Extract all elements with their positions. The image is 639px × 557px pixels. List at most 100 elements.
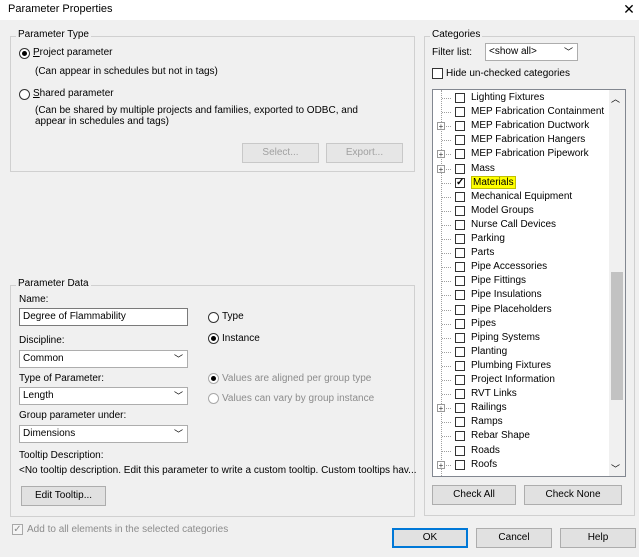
category-checkbox[interactable] xyxy=(455,149,465,160)
scroll-up-icon[interactable]: ︿ xyxy=(611,92,620,105)
category-checkbox[interactable] xyxy=(455,389,465,400)
category-item[interactable]: Project Information xyxy=(433,373,611,387)
type-of-parameter-select[interactable]: Length ﹀ xyxy=(19,387,188,405)
categories-label: Categories xyxy=(430,29,483,40)
category-item[interactable]: Model Groups xyxy=(433,204,611,218)
add-to-all-checkbox[interactable]: ✓ xyxy=(12,524,23,535)
category-checkbox[interactable] xyxy=(455,234,465,244)
category-item[interactable]: Parking xyxy=(433,232,611,246)
category-checkbox[interactable] xyxy=(455,304,465,315)
category-item[interactable]: + Roofs xyxy=(433,458,611,472)
name-input[interactable]: Degree of Flammability xyxy=(19,308,188,326)
category-checkbox[interactable] xyxy=(455,191,465,202)
category-checkbox[interactable] xyxy=(455,360,465,371)
check-none-button[interactable]: Check None xyxy=(524,485,622,505)
category-item[interactable]: Roads xyxy=(433,444,611,458)
category-checkbox[interactable] xyxy=(455,346,465,357)
expand-icon[interactable]: + xyxy=(437,164,445,173)
category-item[interactable]: Pipes xyxy=(433,317,611,331)
category-checkbox[interactable] xyxy=(455,290,465,301)
expand-icon[interactable]: + xyxy=(437,460,445,469)
category-checkbox[interactable] xyxy=(455,318,465,329)
category-item[interactable]: MEP Fabrication Hangers xyxy=(433,133,611,147)
expand-icon[interactable]: + xyxy=(437,404,445,413)
category-checkbox[interactable] xyxy=(455,163,465,174)
discipline-select[interactable]: Common ﹀ xyxy=(19,350,188,368)
category-item[interactable]: RVT Links xyxy=(433,387,611,401)
scrollbar-thumb[interactable] xyxy=(611,272,623,400)
category-checkbox[interactable] xyxy=(455,219,465,230)
filter-list-label: Filter list: xyxy=(432,47,472,58)
category-checkbox[interactable] xyxy=(455,445,465,456)
category-label: Pipes xyxy=(471,317,497,329)
category-item[interactable]: Planting xyxy=(433,345,611,359)
shared-parameter-radio[interactable] xyxy=(19,89,30,100)
group-under-select[interactable]: Dimensions ﹀ xyxy=(19,425,188,443)
hide-unchecked-checkbox[interactable] xyxy=(432,68,443,79)
close-icon[interactable]: ✕ xyxy=(620,0,638,18)
expand-icon[interactable]: + xyxy=(437,122,445,131)
tree-connector xyxy=(442,253,451,255)
category-checkbox[interactable] xyxy=(455,431,465,442)
category-item[interactable]: Mechanical Equipment xyxy=(433,190,611,204)
category-item[interactable]: Pipe Placeholders xyxy=(433,303,611,317)
category-item[interactable]: MEP Fabrication Containment xyxy=(433,105,611,119)
category-checkbox[interactable] xyxy=(455,459,465,470)
category-checkbox[interactable] xyxy=(455,93,465,103)
export-button[interactable]: Export... xyxy=(326,143,403,163)
category-checkbox[interactable] xyxy=(455,375,465,385)
category-checkbox[interactable] xyxy=(455,262,465,273)
category-item[interactable]: + Mass xyxy=(433,162,611,176)
category-checkbox[interactable] xyxy=(455,205,465,216)
ok-button[interactable]: OK xyxy=(392,528,468,548)
category-item[interactable]: Pipe Accessories xyxy=(433,260,611,274)
help-button[interactable]: Help xyxy=(560,528,636,548)
category-item[interactable]: + MEP Fabrication Ductwork xyxy=(433,119,611,133)
vary-radio[interactable] xyxy=(208,393,219,404)
category-checkbox[interactable] xyxy=(455,248,465,259)
category-label: Parts xyxy=(471,247,495,259)
category-checkbox[interactable] xyxy=(455,135,465,146)
aligned-radio[interactable] xyxy=(208,373,219,384)
select-button[interactable]: Select... xyxy=(242,143,319,163)
category-item[interactable]: Materials xyxy=(433,175,611,190)
category-label-wrap: Plumbing Fixtures xyxy=(471,359,551,373)
scroll-down-icon[interactable]: ﹀ xyxy=(611,462,620,475)
category-item[interactable]: Parts xyxy=(433,246,611,260)
hide-unchecked-label[interactable]: Hide un-checked categories xyxy=(446,68,570,79)
category-checkbox[interactable] xyxy=(455,276,465,287)
category-item[interactable]: Pipe Insulations xyxy=(433,288,611,302)
check-all-button[interactable]: Check All xyxy=(432,485,516,505)
instance-radio[interactable] xyxy=(208,333,219,344)
category-label-wrap: Pipe Insulations xyxy=(471,288,542,302)
category-checkbox[interactable] xyxy=(455,417,465,428)
category-item[interactable]: Rebar Shape xyxy=(433,429,611,443)
shared-parameter-label[interactable]: Shared parameter xyxy=(33,88,114,99)
category-item[interactable]: Plumbing Fixtures xyxy=(433,359,611,373)
category-checkbox[interactable] xyxy=(455,176,465,190)
categories-tree[interactable]: Lighting Fixtures MEP Fabrication Contain… xyxy=(432,89,626,477)
filter-list-select[interactable]: <show all> ﹀ xyxy=(485,43,578,61)
category-label: Planting xyxy=(471,345,508,357)
cancel-button[interactable]: Cancel xyxy=(476,528,552,548)
category-item[interactable]: Nurse Call Devices xyxy=(433,218,611,232)
category-label: Lighting Fixtures xyxy=(471,92,545,103)
category-item[interactable]: Ramps xyxy=(433,415,611,429)
category-item[interactable]: Lighting Fixtures xyxy=(433,91,611,105)
category-checkbox[interactable] xyxy=(455,403,465,414)
category-item[interactable]: + Railings xyxy=(433,401,611,415)
category-item[interactable]: + MEP Fabrication Pipework xyxy=(433,147,611,161)
category-item[interactable]: Piping Systems xyxy=(433,331,611,345)
expand-icon[interactable]: + xyxy=(437,150,445,159)
type-radio[interactable] xyxy=(208,312,219,323)
tree-connector xyxy=(442,239,451,240)
edit-tooltip-button[interactable]: Edit Tooltip... xyxy=(21,486,106,506)
type-label[interactable]: Type xyxy=(222,311,244,322)
category-checkbox[interactable] xyxy=(455,121,465,132)
category-checkbox[interactable] xyxy=(455,332,465,343)
category-checkbox[interactable] xyxy=(455,107,465,118)
project-parameter-label[interactable]: Project parameter xyxy=(33,47,112,58)
category-item[interactable]: Pipe Fittings xyxy=(433,274,611,288)
project-parameter-radio[interactable] xyxy=(19,48,30,59)
instance-label[interactable]: Instance xyxy=(222,333,260,344)
